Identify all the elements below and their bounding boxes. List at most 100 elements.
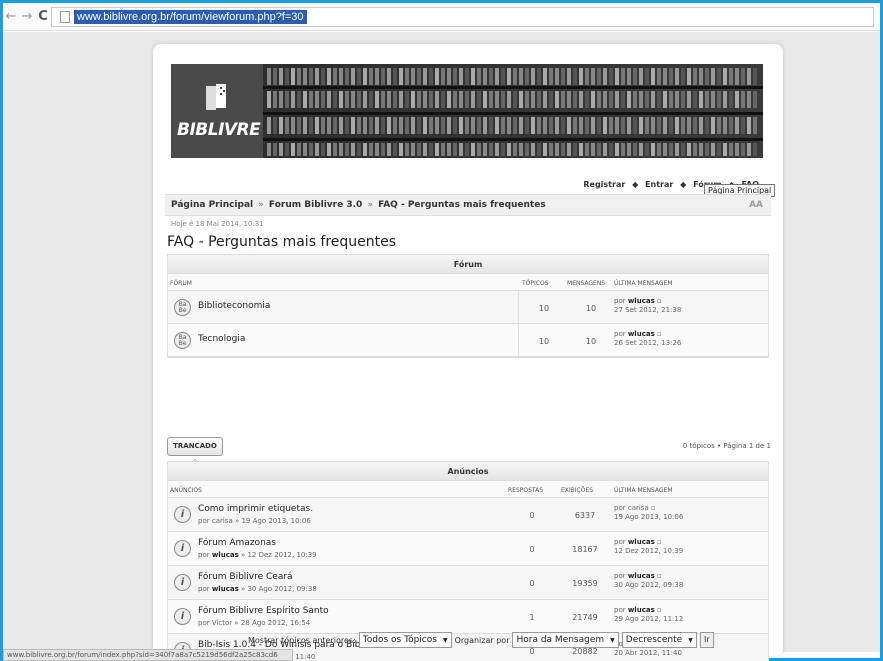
book-spine <box>435 68 439 85</box>
book-spine <box>753 117 757 134</box>
announcement-row[interactable]: i Como imprimir etiquetas. por carisa » 19… <box>168 498 768 532</box>
announcement-title-link[interactable]: Fórum Biblivre Ceará <box>198 572 293 582</box>
url-field[interactable]: www.biblivre.org.br/forum/viewforum.php?… <box>51 6 874 27</box>
forum-title-link[interactable]: Tecnologia <box>198 334 245 344</box>
book-spine <box>405 143 409 156</box>
book-spine <box>399 91 403 108</box>
book-spine <box>495 91 499 108</box>
col-announcements: ANÚNCIOS <box>170 487 202 494</box>
reply-count: 0 <box>529 647 535 656</box>
book-spine <box>315 68 319 85</box>
page-title[interactable]: FAQ - Perguntas mais frequentes <box>167 234 396 250</box>
post-date: » 28 Ago 2012, 16:54 <box>232 619 311 627</box>
book-spine <box>351 143 355 156</box>
announcement-icon: i <box>174 506 191 523</box>
announcement-row[interactable]: i Fórum Amazonas por wlucas » 12 Dez 2012,… <box>168 532 768 566</box>
forum-row[interactable]: Ba Be Biblioteconomia 10 10 por wlucas ▫ 27 S… <box>168 291 768 324</box>
book-spine <box>711 143 715 156</box>
announcement-title-link[interactable]: Fórum Biblivre Espírito Santo <box>198 606 329 616</box>
font-resize-icon[interactable]: AA <box>749 200 763 210</box>
reload-icon[interactable]: C <box>35 9 51 24</box>
book-spine <box>681 117 685 134</box>
column-divider <box>518 324 519 356</box>
logo[interactable]: BIBLIVRE <box>171 64 263 158</box>
view-latest-post-icon[interactable]: ▫ <box>655 330 662 338</box>
forum-title-link[interactable]: Biblioteconomia <box>198 301 270 311</box>
last-post-user[interactable]: wlucas <box>628 572 655 580</box>
book-spine <box>639 117 643 134</box>
book-spine <box>369 91 373 108</box>
book-spine <box>651 143 655 156</box>
announcement-row[interactable]: i Fórum Biblivre Espírito Santo por Victor… <box>168 600 768 634</box>
book-spine <box>609 68 613 85</box>
col-views: EXIBIÇÕES <box>561 487 594 494</box>
book-spine <box>273 117 277 134</box>
author-link[interactable]: wlucas <box>212 585 239 593</box>
author-link[interactable]: Victor <box>212 619 232 627</box>
book-spine <box>549 91 553 108</box>
last-post-date: 19 Ago 2013, 10:06 <box>614 513 684 521</box>
book-spine <box>699 143 703 156</box>
last-post-user[interactable]: wlucas <box>628 538 655 546</box>
forum-row[interactable]: Ba Be Tecnologia 10 10 por wlucas ▫ 26 Set 20… <box>168 324 768 357</box>
view-latest-post-icon[interactable]: ▫ <box>649 504 656 512</box>
book-spine <box>639 143 643 156</box>
book-spine <box>633 91 637 108</box>
back-arrow-icon[interactable]: ← <box>3 9 19 24</box>
book-spine <box>525 68 529 85</box>
announcement-title-link[interactable]: Como imprimir etiquetas. <box>198 504 313 514</box>
book-spine <box>327 68 331 85</box>
book-spine <box>375 117 379 134</box>
nav-login[interactable]: Entrar <box>645 180 673 189</box>
url-text[interactable]: www.biblivre.org.br/forum/viewforum.php?… <box>74 9 307 24</box>
book-spine <box>525 91 529 108</box>
book-spine <box>573 117 577 134</box>
breadcrumb-home[interactable]: Página Principal <box>171 200 253 210</box>
locked-button[interactable]: TRANCADO 🔒 <box>167 437 223 467</box>
view-latest-post-icon[interactable]: ▫ <box>655 538 662 546</box>
view-latest-post-icon[interactable]: ▫ <box>655 572 662 580</box>
reply-count: 0 <box>529 511 535 520</box>
site-banner[interactable]: BIBLIVRE <box>171 64 763 158</box>
book-spine <box>423 143 427 156</box>
author-link[interactable]: wlucas <box>212 551 239 559</box>
view-count: 18167 <box>572 545 598 554</box>
book-spine <box>579 91 583 108</box>
last-post-user[interactable]: wlucas <box>628 297 655 305</box>
book-spine <box>609 117 613 134</box>
book-spine <box>621 91 625 108</box>
book-spine <box>447 143 451 156</box>
book-spine <box>267 91 271 108</box>
author-prefix: por <box>198 585 212 593</box>
announcement-title-link[interactable]: Fórum Amazonas <box>198 538 276 548</box>
book-spine <box>537 91 541 108</box>
forward-arrow-icon[interactable]: → <box>19 9 35 24</box>
book-spine <box>315 91 319 108</box>
col-forum: FÓRUM <box>170 280 192 287</box>
view-latest-post-icon[interactable]: ▫ <box>655 606 662 614</box>
nav-register[interactable]: Registrar <box>583 180 625 189</box>
book-spine <box>729 143 733 156</box>
breadcrumb-current[interactable]: FAQ - Perguntas mais frequentes <box>378 200 546 210</box>
author-link[interactable]: carisa <box>212 517 233 525</box>
order-by-select[interactable]: Hora da Mensagem ▼ <box>512 632 619 648</box>
book-spine <box>591 143 595 156</box>
book-spine <box>327 143 331 156</box>
book-spine <box>387 91 391 108</box>
sort-direction-select[interactable]: Decrescente ▼ <box>621 632 697 648</box>
view-latest-post-icon[interactable]: ▫ <box>655 297 662 305</box>
show-topics-select[interactable]: Todos os Tópicos ▼ <box>358 632 452 648</box>
book-spine <box>297 117 301 134</box>
go-button[interactable]: Ir <box>699 632 714 648</box>
book-spine <box>657 117 661 134</box>
book-spine <box>651 91 655 108</box>
pagination: 0 tópicos • Página 1 de 1 <box>682 442 771 450</box>
book-spine <box>339 143 343 156</box>
last-post-user[interactable]: wlucas <box>628 606 655 614</box>
last-post-user[interactable]: wlucas <box>628 330 655 338</box>
last-post-user[interactable]: carisa <box>628 504 649 512</box>
book-spine <box>621 68 625 85</box>
breadcrumb-forum[interactable]: Forum Biblivre 3.0 <box>269 200 362 210</box>
book-spine <box>381 117 385 134</box>
announcement-row[interactable]: i Fórum Biblivre Ceará por wlucas » 30 Ago… <box>168 566 768 600</box>
